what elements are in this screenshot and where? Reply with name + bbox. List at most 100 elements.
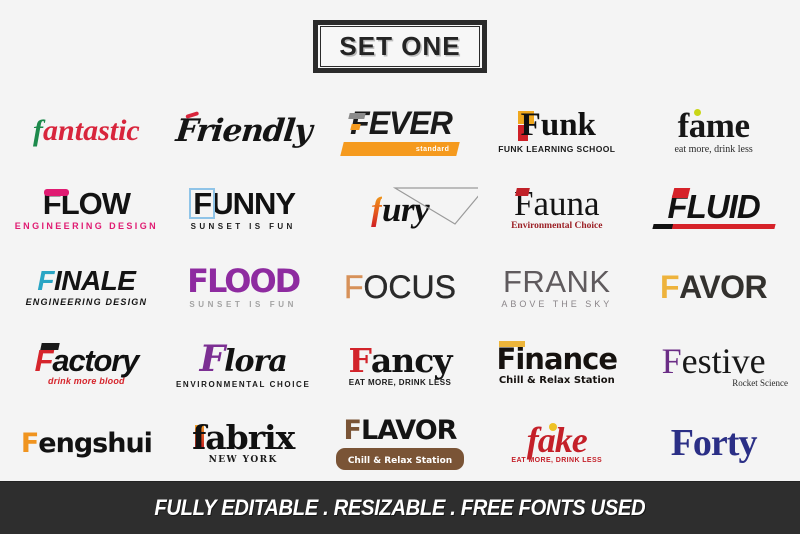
logo-name: FLOOD bbox=[187, 262, 301, 300]
logo-cell-factory[interactable]: Factory drink more blood bbox=[8, 326, 165, 404]
footer-banner: FULLY EDITABLE . RESIZABLE . FREE FONTS … bbox=[0, 481, 800, 534]
logo-accent-letter: F bbox=[661, 340, 682, 381]
logo-wordmark-factory: Factory bbox=[35, 342, 139, 378]
logo-cell-festive[interactable]: Festive Rocket Science bbox=[635, 326, 792, 404]
logo-name-rest: OCUS bbox=[363, 269, 456, 305]
set-one-badge-inner: SET ONE bbox=[320, 25, 480, 67]
logo-wordmark-flow: FLOW bbox=[43, 188, 131, 219]
logo-accent-letter: F bbox=[37, 265, 54, 296]
logo-name-rest: antastic bbox=[43, 114, 140, 147]
logo-cell-flood[interactable]: FLOOD SUNSET IS FUN bbox=[165, 248, 322, 326]
logo-wordmark-funk: Funk bbox=[517, 106, 596, 143]
logo-wordmark-funny: FUNNY bbox=[189, 187, 296, 219]
accent-bar-black-icon bbox=[39, 342, 60, 350]
logo-wordmark-finale: F INALE bbox=[37, 265, 136, 296]
logo-cell-fabrix[interactable]: fabrix NEW YORK bbox=[165, 404, 322, 482]
logo-wordmark-fengshui: Fengshui bbox=[20, 427, 153, 459]
logo-cell-fluid[interactable]: FLUID bbox=[635, 170, 792, 248]
logo-wordmark-fabrix: fabrix bbox=[192, 418, 295, 457]
logo-wordmark-finance: Finance bbox=[497, 340, 618, 374]
set-one-badge: SET ONE bbox=[313, 19, 487, 73]
logo-cell-funny[interactable]: FUNNY SUNSET IS FUN bbox=[165, 170, 322, 248]
logo-cell-fengshui[interactable]: Fengshui bbox=[8, 404, 165, 482]
logo-subtitle: ENVIRONMENTAL CHOICE bbox=[176, 380, 311, 389]
logo-subtitle: SUNSET IS FUN bbox=[190, 221, 296, 231]
accent-underline-icon bbox=[651, 223, 776, 229]
logo-name-rest: estive bbox=[681, 340, 766, 381]
logo-cell-focus[interactable]: F OCUS bbox=[322, 248, 479, 326]
accent-dot-icon bbox=[693, 108, 701, 116]
logo-cell-flow[interactable]: FLOW ENGINEERING DESIGN bbox=[8, 170, 165, 248]
logo-subtitle: ENGINEERING DESIGN bbox=[14, 220, 158, 231]
logo-name: FEVER bbox=[350, 104, 453, 141]
logo-cell-flora[interactable]: Flora ENVIRONMENTAL CHOICE bbox=[165, 326, 322, 404]
accent-bar-orange-icon bbox=[350, 123, 361, 130]
logo-cell-fantastic[interactable]: f antastic bbox=[8, 92, 165, 170]
logo-name-rest: INALE bbox=[53, 265, 136, 296]
logo-cell-friendly[interactable]: Friendly bbox=[165, 92, 322, 170]
logo-subtitle-badge: Chill & Relax Station bbox=[335, 447, 465, 470]
logo-cell-fauna[interactable]: Fauna Environmental Choice bbox=[478, 170, 635, 248]
logo-cell-fancy[interactable]: Fancy EAT MORE, DRINK LESS bbox=[322, 326, 479, 404]
logo-wordmark-fancy: Fancy bbox=[348, 340, 453, 380]
logo-subtitle: ENGINEERING DESIGN bbox=[25, 297, 148, 307]
logo-subtitle: FUNK LEARNING SCHOOL bbox=[498, 143, 616, 154]
logo-wordmark-flood: FLOOD bbox=[187, 262, 301, 300]
logo-cell-forty[interactable]: Forty bbox=[635, 404, 792, 482]
logo-name-rest: ury bbox=[382, 189, 430, 229]
logo-subtitle: eat more, drink less bbox=[674, 143, 753, 155]
logo-accent-letter: F bbox=[348, 340, 371, 380]
logo-wordmark-frank: FRANK bbox=[503, 266, 611, 297]
logo-name-rest: ancy bbox=[370, 340, 453, 380]
logo-cell-funk[interactable]: Funk FUNK LEARNING SCHOOL bbox=[478, 92, 635, 170]
logo-wordmark-fluid: FLUID bbox=[668, 187, 761, 223]
logo-subtitle: Chill & Relax Station bbox=[347, 455, 453, 466]
logo-cell-finale[interactable]: F INALE ENGINEERING DESIGN bbox=[8, 248, 165, 326]
logo-name: Friendly bbox=[173, 112, 313, 149]
logo-subtitle: Chill & Relax Station bbox=[498, 374, 615, 386]
logo-subtitle: ABOVE THE SKY bbox=[501, 298, 613, 309]
logo-wordmark-fame: fame bbox=[678, 108, 750, 143]
logo-name: fame bbox=[677, 105, 750, 145]
logo-name: fabrix bbox=[192, 418, 295, 457]
logo-name-rest: unk bbox=[540, 106, 596, 143]
logo-name: Forty bbox=[670, 422, 758, 464]
logo-cell-fame[interactable]: fame eat more, drink less bbox=[635, 92, 792, 170]
logo-accent-letter: F bbox=[199, 338, 226, 380]
logo-cell-fever[interactable]: FEVER standard bbox=[322, 92, 479, 170]
logo-wordmark-festive: Festive bbox=[662, 343, 766, 379]
logo-wordmark-favor: F AVOR bbox=[660, 269, 768, 305]
accent-bar-pink-icon bbox=[43, 188, 69, 196]
logo-name-rest: actory bbox=[52, 342, 139, 378]
logo-name-rest: lora bbox=[224, 344, 288, 379]
accent-bar-red-icon bbox=[515, 188, 530, 197]
logo-cell-frank[interactable]: FRANK ABOVE THE SKY bbox=[478, 248, 635, 326]
logo-name: FRANK bbox=[503, 263, 611, 299]
logo-wordmark-fever: FEVER bbox=[348, 104, 453, 141]
logo-wordmark-friendly: Friendly bbox=[173, 110, 313, 149]
logo-cell-fake[interactable]: fake EAT MORE, DRINK LESS bbox=[478, 404, 635, 482]
logo-accent-letter: F bbox=[343, 414, 362, 446]
logo-name-rest: AVOR bbox=[679, 269, 768, 305]
logo-subtitle-bar: standard bbox=[340, 141, 460, 156]
logo-accent-letter: F bbox=[343, 269, 364, 305]
logo-wordmark-flora: Flora bbox=[199, 338, 288, 380]
accent-bar-grey-icon bbox=[348, 112, 366, 119]
logo-wordmark-flavor: F LAVOR bbox=[343, 414, 458, 446]
logo-subtitle: NEW YORK bbox=[208, 455, 278, 465]
logo-subtitle: EAT MORE, DRINK LESS bbox=[348, 377, 452, 387]
accent-bar-yellow-icon bbox=[498, 340, 525, 347]
logo-cell-flavor[interactable]: F LAVOR Chill & Relax Station bbox=[322, 404, 479, 482]
page-title: SET ONE bbox=[339, 30, 461, 61]
logo-cell-favor[interactable]: F AVOR bbox=[635, 248, 792, 326]
accent-bar-red-icon bbox=[671, 187, 690, 198]
logo-cell-fury[interactable]: f ury bbox=[322, 170, 479, 248]
logo-accent-letter: f bbox=[370, 189, 383, 229]
logo-name-rest: engshui bbox=[38, 427, 153, 459]
logo-wordmark-fauna: Fauna bbox=[514, 186, 600, 221]
logo-cell-finance[interactable]: Finance Chill & Relax Station bbox=[478, 326, 635, 404]
logo-grid: f antastic Friendly FEVER standard Funk F… bbox=[0, 92, 800, 482]
logo-accent-letter: F bbox=[20, 427, 39, 459]
footer-text: FULLY EDITABLE . RESIZABLE . FREE FONTS … bbox=[154, 495, 646, 520]
header: SET ONE bbox=[0, 0, 800, 92]
